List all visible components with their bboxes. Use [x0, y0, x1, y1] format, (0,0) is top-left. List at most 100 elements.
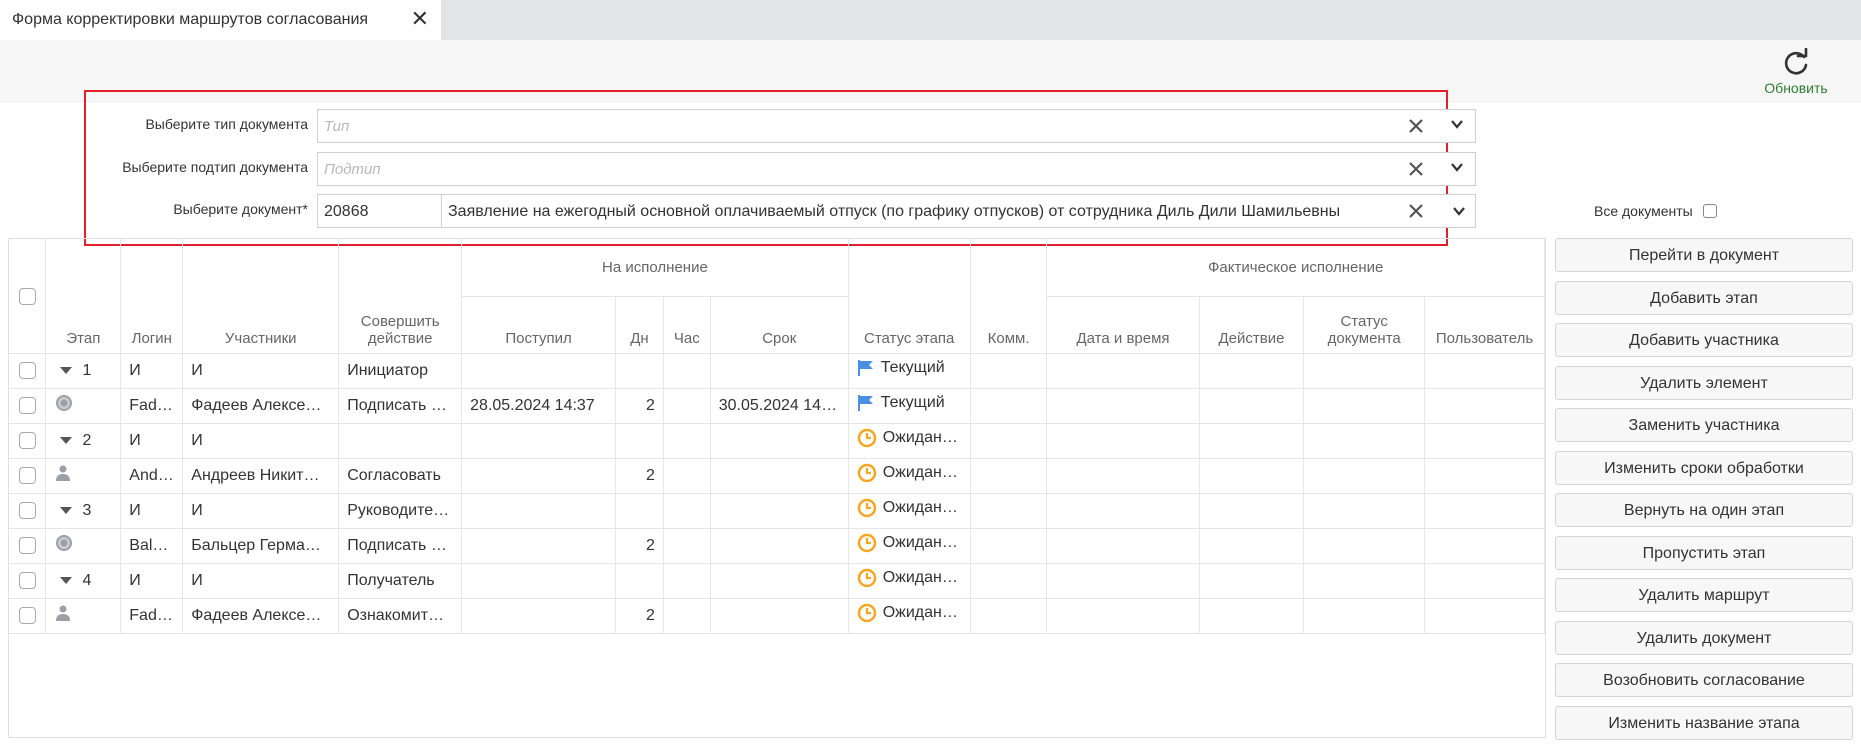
empty-cell [970, 388, 1048, 424]
cell-days: 2 [615, 598, 664, 634]
expand-caret-icon[interactable] [60, 436, 73, 444]
doc-subtype-select[interactable]: Подтип [317, 152, 1476, 186]
row-checkbox[interactable] [18, 571, 36, 589]
document-chevron[interactable] [1444, 195, 1475, 227]
table-row[interactable]: Fad… Фадеев Алексе… Ознакомит… 2 Ожидан… [9, 598, 1545, 634]
table-row[interactable]: 2 И И Ожидан… [9, 423, 1545, 459]
table-row[interactable]: And… Андреев Никит… Согласовать 2 Ожидан… [9, 458, 1545, 494]
col-stage[interactable]: Этап [45, 239, 122, 354]
resume-approval-button[interactable]: Возобновить согласование [1555, 663, 1853, 697]
empty-cell [1303, 563, 1426, 599]
delete-document-button[interactable]: Удалить документ [1555, 620, 1853, 655]
doc-subtype-placeholder: Подтип [324, 161, 381, 178]
stage-status-text: Ожидан… [882, 429, 958, 446]
empty-cell [1303, 388, 1426, 424]
empty-cell [1046, 353, 1200, 389]
clock-icon [857, 533, 876, 553]
col-datetime[interactable]: Дата и время [1046, 296, 1200, 354]
table-row[interactable]: 3 И И Руководите… Ожидан… [9, 493, 1545, 529]
table-row[interactable]: Bal… Бальцер Герма… Подписать … 2 Ожидан… [9, 528, 1545, 564]
clear-doc-type-icon[interactable] [1406, 116, 1426, 136]
group-execution: На исполнение [461, 239, 849, 297]
row-checkbox[interactable] [18, 466, 36, 484]
col-action[interactable]: Совершить действие [338, 239, 463, 354]
skip-stage-button[interactable]: Пропустить этап [1555, 535, 1853, 570]
col-participants[interactable]: Участники [182, 239, 340, 354]
row-checkbox[interactable] [18, 361, 36, 379]
return-one-stage-button[interactable]: Вернуть на один этап [1555, 493, 1853, 527]
cell-participant: И [182, 493, 340, 529]
change-deadlines-button[interactable]: Изменить сроки обработки [1555, 450, 1853, 485]
expand-caret-icon[interactable] [60, 576, 73, 584]
add-stage-button[interactable]: Добавить этап [1555, 280, 1853, 315]
document-title: Заявление на ежегодный основной оплачива… [448, 203, 1341, 220]
table-row[interactable]: Fad… Фадеев Алексе… Подписать … 28.05.2024 … [9, 388, 1545, 424]
stage-number: 1 [82, 361, 92, 379]
empty-cell [970, 563, 1048, 599]
all-documents-toggle[interactable]: Все документы [1594, 203, 1717, 219]
empty-cell [1303, 423, 1426, 459]
cell-received [461, 458, 617, 494]
row-checkbox[interactable] [18, 606, 36, 624]
cell-stage-status: Ожидан… [848, 528, 971, 564]
tab-routes-form[interactable]: Форма корректировки маршрутов согласован… [0, 0, 441, 40]
chevron-down-icon [1451, 120, 1463, 129]
tab-close-icon[interactable]: ✕ [411, 8, 429, 30]
add-participant-button[interactable]: Добавить участника [1555, 323, 1853, 357]
select-all-header [9, 239, 47, 354]
row-checkbox[interactable] [18, 431, 36, 449]
stage-number: 2 [82, 431, 92, 449]
delete-element-button[interactable]: Удалить элемент [1555, 365, 1853, 400]
empty-cell [1199, 458, 1305, 494]
col-comment[interactable]: Комм. [970, 239, 1048, 354]
empty-cell [1424, 563, 1545, 599]
col-deadline[interactable]: Срок [710, 296, 849, 354]
col-doc-status[interactable]: Статус документа [1303, 296, 1426, 354]
empty-cell [1199, 388, 1305, 424]
col-stage-status[interactable]: Статус этапа [848, 239, 971, 354]
refresh-button[interactable]: Обновить [1756, 48, 1836, 96]
group-participants-icon [56, 535, 73, 551]
cell-hours [663, 353, 711, 389]
stage-status-text: Ожидан… [882, 569, 958, 586]
expand-caret-icon[interactable] [60, 506, 73, 514]
table-row[interactable]: 4 И И Получатель Ожидан… [9, 563, 1545, 599]
document-number-field[interactable]: 20868 [317, 194, 442, 228]
cell-stage-status: Текущий [848, 353, 971, 389]
clear-doc-subtype-icon[interactable] [1406, 159, 1426, 179]
col-user[interactable]: Пользователь [1424, 296, 1545, 354]
row-checkbox[interactable] [18, 501, 36, 519]
row-select-cell [9, 423, 47, 459]
col-login[interactable]: Логин [120, 239, 184, 354]
stage-cell: 4 [45, 563, 122, 599]
chevron-down-icon [1451, 163, 1463, 172]
user-icon [56, 465, 71, 481]
cell-action: Подписать … [338, 388, 463, 424]
doc-type-select[interactable]: Тип [317, 109, 1476, 143]
cell-deadline [710, 563, 849, 599]
col-actual-action[interactable]: Действие [1199, 296, 1305, 354]
empty-cell [970, 458, 1048, 494]
col-days[interactable]: Дн [615, 296, 664, 354]
row-checkbox[interactable] [18, 396, 36, 414]
all-documents-checkbox[interactable] [1702, 204, 1717, 218]
expand-caret-icon[interactable] [60, 366, 73, 374]
open-document-button[interactable]: Перейти в документ [1555, 238, 1853, 272]
col-hours[interactable]: Час [663, 296, 711, 354]
rename-stage-button[interactable]: Изменить название этапа [1555, 705, 1853, 740]
document-select[interactable]: Заявление на ежегодный основной оплачива… [442, 194, 1476, 228]
clear-document-icon[interactable] [1406, 201, 1426, 221]
empty-cell [1424, 353, 1545, 389]
replace-participant-button[interactable]: Заменить участника [1555, 408, 1853, 442]
table-row[interactable]: 1 И И Инициатор Текущий [9, 353, 1545, 389]
cell-action: Ознакомит… [338, 598, 463, 634]
delete-route-button[interactable]: Удалить маршрут [1555, 578, 1853, 612]
col-received[interactable]: Поступил [461, 296, 617, 354]
cell-action [338, 423, 463, 459]
all-documents-label: Все документы [1594, 203, 1693, 219]
select-all-checkbox[interactable] [18, 287, 36, 305]
cell-login: И [120, 493, 184, 529]
clock-icon [857, 428, 876, 448]
empty-cell [970, 423, 1048, 459]
row-checkbox[interactable] [18, 536, 36, 554]
